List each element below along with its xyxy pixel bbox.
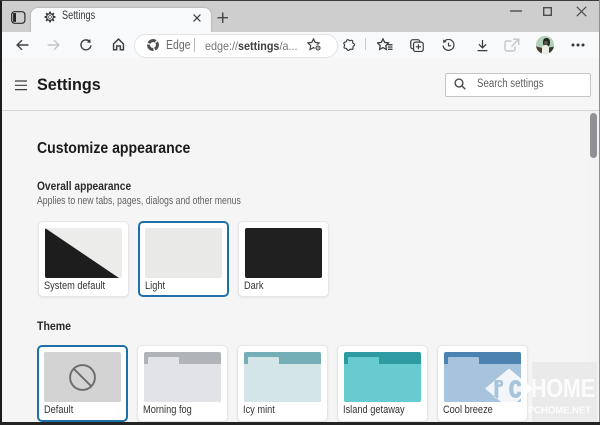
svg-text:HOME: HOME: [531, 373, 595, 403]
svg-text:WWW.PCHOME.NET: WWW.PCHOME.NET: [499, 406, 591, 417]
